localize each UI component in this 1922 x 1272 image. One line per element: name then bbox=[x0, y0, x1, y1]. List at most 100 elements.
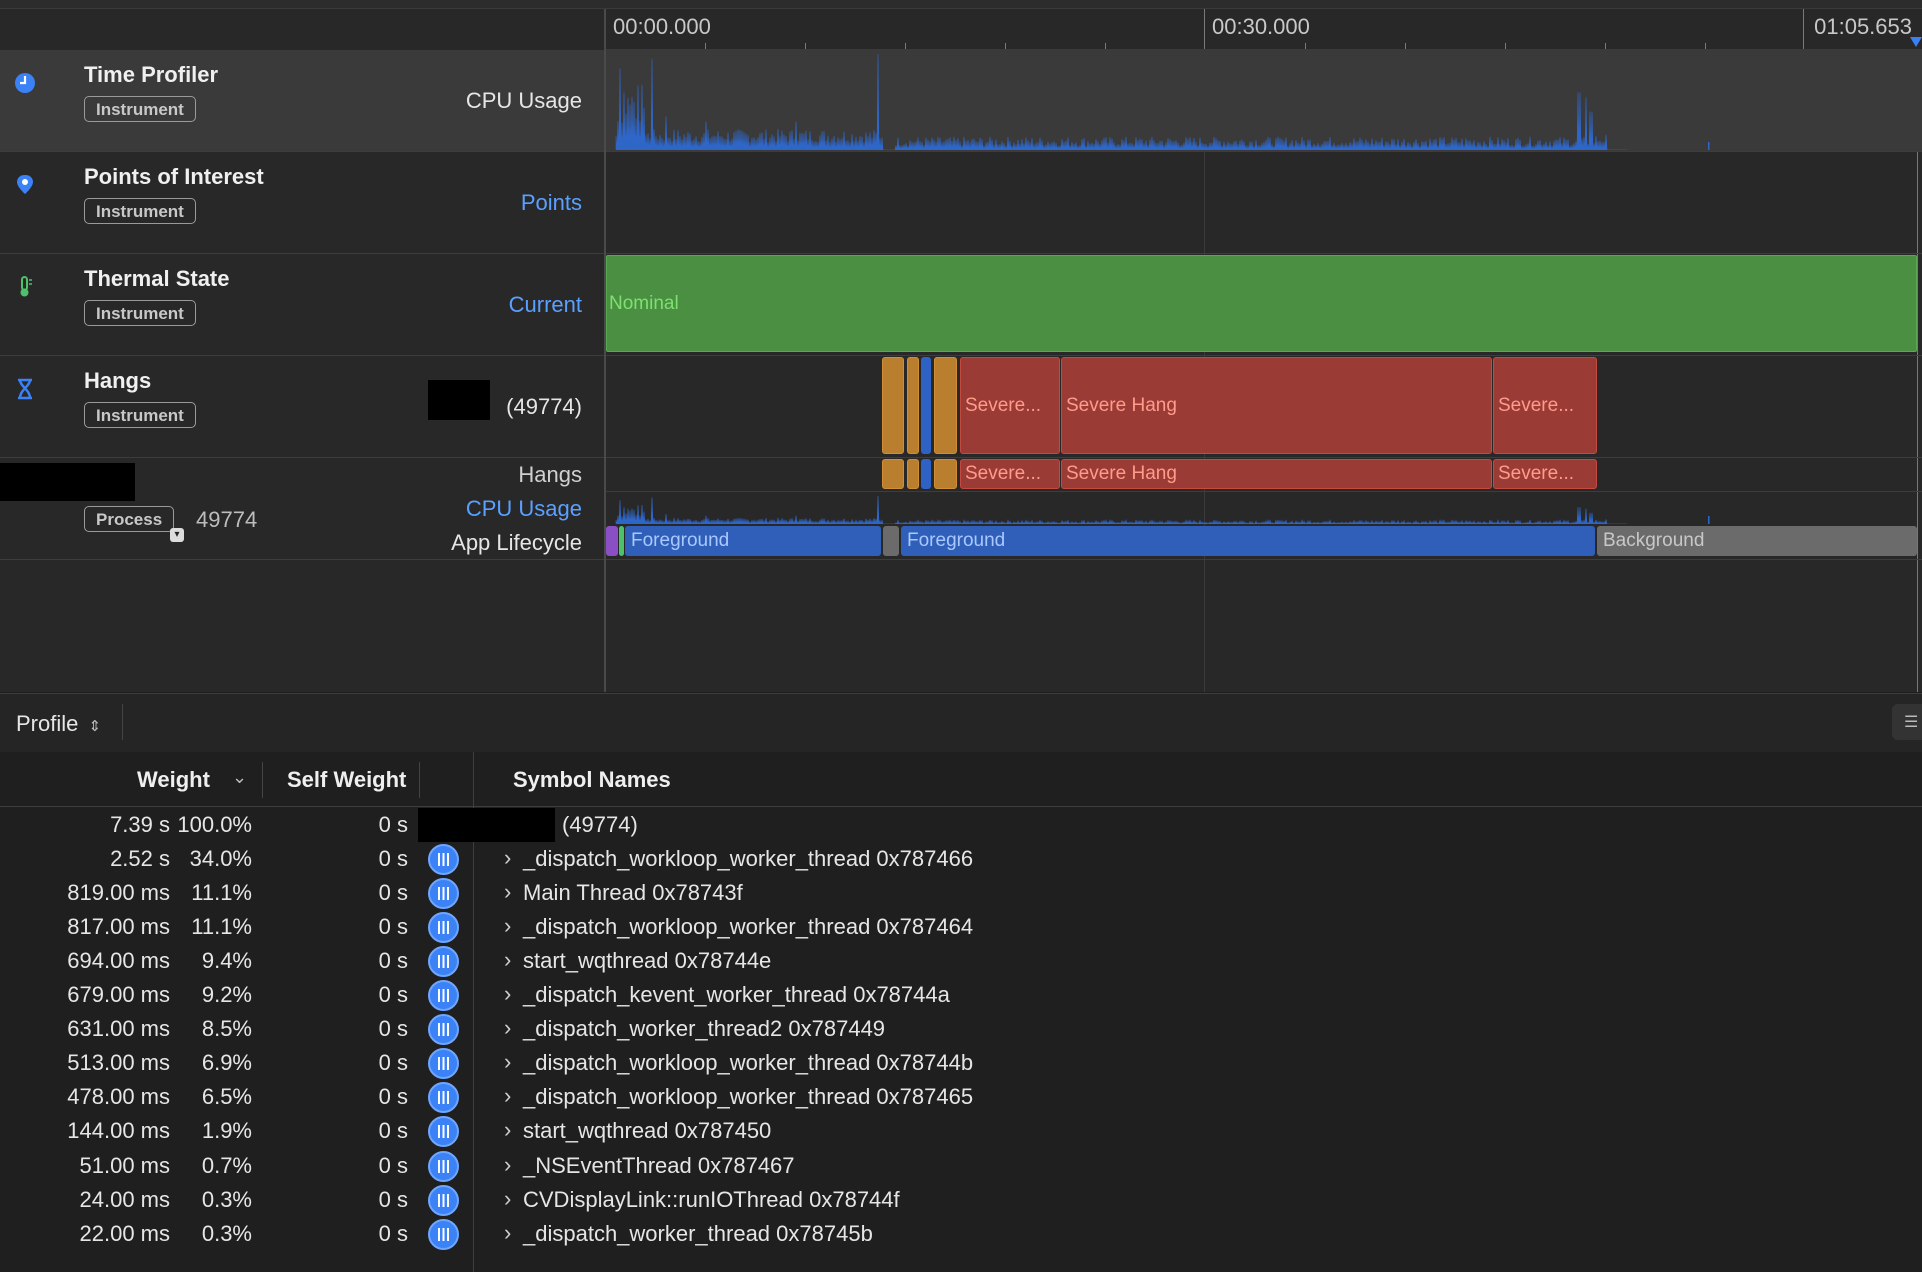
disclosure-chevron-icon[interactable]: › bbox=[504, 879, 511, 905]
mini-cpu-usage-graph[interactable] bbox=[606, 492, 1922, 524]
playhead-marker[interactable] bbox=[1910, 37, 1922, 47]
weight-value: 7.39 s bbox=[110, 812, 170, 837]
call-tree-table[interactable]: Weight ⌄ Self Weight Symbol Names 7.39 s… bbox=[0, 752, 1922, 1272]
hang-segment-blue[interactable] bbox=[921, 459, 931, 489]
disclosure-chevron-icon[interactable]: › bbox=[504, 1049, 511, 1075]
sort-descending-icon[interactable]: ⌄ bbox=[232, 767, 247, 788]
microhang-segment[interactable] bbox=[934, 357, 957, 454]
track-time-profiler[interactable]: Time Profiler Instrument CPU Usage bbox=[0, 50, 1922, 152]
process-badge[interactable]: Process bbox=[84, 506, 175, 532]
chevron-down-icon[interactable]: ▾ bbox=[170, 528, 184, 542]
thermal-lane[interactable]: Nominal bbox=[606, 254, 1922, 355]
nominal-state-bar[interactable]: Nominal bbox=[606, 255, 1917, 352]
table-row[interactable]: 24.00 ms 0.3% 0 s › CVDisplayLink::runIOThre… bbox=[0, 1183, 1922, 1217]
process-lanes[interactable]: Severe... Severe Hang Severe... Foregrou… bbox=[606, 458, 1922, 559]
lane-label-process[interactable]: (49774) bbox=[506, 394, 582, 420]
symbol-name: (49774) bbox=[562, 812, 638, 837]
track-header[interactable]: Points of Interest Instrument Points bbox=[0, 152, 604, 253]
column-separator[interactable] bbox=[419, 762, 420, 798]
table-row[interactable]: 694.00 ms 9.4% 0 s › start_wqthread 0x78744e bbox=[0, 944, 1922, 978]
severe-hang-segment[interactable]: Severe... bbox=[960, 357, 1060, 454]
app-lifecycle-lane[interactable]: Foreground Foreground Background bbox=[606, 526, 1922, 558]
severe-hang-segment[interactable]: Severe... bbox=[960, 459, 1060, 489]
disclosure-chevron-icon[interactable]: › bbox=[504, 845, 511, 871]
track-divider[interactable] bbox=[604, 9, 606, 692]
column-separator[interactable] bbox=[262, 762, 263, 798]
severe-hang-segment[interactable]: Severe... bbox=[1493, 357, 1597, 454]
disclosure-chevron-icon[interactable]: › bbox=[504, 913, 511, 939]
lifecycle-transition-segment[interactable] bbox=[883, 526, 899, 556]
ruler-start-label: 00:00.000 bbox=[613, 14, 711, 39]
ruler-end-label: 01:05.653 bbox=[1814, 14, 1912, 39]
table-row[interactable]: 819.00 ms 11.1% 0 s › Main Thread 0x78743f bbox=[0, 876, 1922, 910]
timeline-area: 00:00.000 00:30.000 01:05.653 Time Profi… bbox=[0, 0, 1922, 692]
cpu-usage-lane[interactable] bbox=[606, 50, 1922, 151]
disclosure-chevron-icon[interactable]: › bbox=[504, 1117, 511, 1143]
microhang-segment[interactable] bbox=[907, 357, 919, 454]
top-strip bbox=[0, 0, 1922, 9]
disclosure-chevron-icon[interactable]: › bbox=[504, 1220, 511, 1246]
track-header[interactable]: Hangs Instrument (49774) bbox=[0, 356, 604, 457]
table-row[interactable]: 22.00 ms 0.3% 0 s › _dispatch_worker_thread … bbox=[0, 1217, 1922, 1251]
table-row[interactable]: 478.00 ms 6.5% 0 s › _dispatch_workloop_work… bbox=[0, 1080, 1922, 1114]
disclosure-chevron-icon[interactable]: › bbox=[504, 1152, 511, 1178]
lifecycle-foreground-segment[interactable]: Foreground bbox=[901, 526, 1595, 556]
lane-label-cpu-usage[interactable]: CPU Usage bbox=[466, 496, 582, 522]
table-row[interactable]: 679.00 ms 9.2% 0 s › _dispatch_kevent_worker… bbox=[0, 978, 1922, 1012]
lane-label-app-lifecycle[interactable]: App Lifecycle bbox=[451, 530, 582, 556]
track-hangs[interactable]: Hangs Instrument (49774) Severe... Sever… bbox=[0, 356, 1922, 458]
track-points-of-interest[interactable]: Points of Interest Instrument Points bbox=[0, 152, 1922, 254]
severe-hang-segment[interactable]: Severe Hang bbox=[1061, 357, 1492, 454]
disclosure-chevron-icon[interactable]: › bbox=[504, 981, 511, 1007]
track-thermal-state[interactable]: Thermal State Instrument Current Nominal bbox=[0, 254, 1922, 356]
lane-label-points[interactable]: Points bbox=[521, 190, 582, 216]
disclosure-chevron-icon[interactable]: › bbox=[504, 1083, 511, 1109]
lane-label-cpu-usage[interactable]: CPU Usage bbox=[466, 88, 582, 114]
track-header[interactable]: Process ▾ 49774 Hangs CPU Usage App Life… bbox=[0, 458, 604, 559]
table-row[interactable]: 513.00 ms 6.9% 0 s › _dispatch_workloop_work… bbox=[0, 1046, 1922, 1080]
severe-hang-segment[interactable]: Severe Hang bbox=[1061, 459, 1492, 489]
column-header-symbol-names[interactable]: Symbol Names bbox=[513, 767, 671, 793]
table-row[interactable]: 144.00 ms 1.9% 0 s › start_wqthread 0x787450 bbox=[0, 1114, 1922, 1148]
list-options-button[interactable]: ☰ bbox=[1892, 704, 1922, 740]
column-header-self-weight[interactable]: Self Weight bbox=[287, 767, 406, 793]
profile-view-selector[interactable]: Profile ⇕ bbox=[16, 711, 101, 737]
weight-value: 2.52 s bbox=[110, 846, 170, 872]
microhang-segment[interactable] bbox=[882, 459, 904, 489]
ruler-tick bbox=[1705, 43, 1706, 49]
self-weight-value: 0 s bbox=[378, 812, 408, 837]
thread-icon bbox=[428, 1116, 459, 1148]
track-process[interactable]: Process ▾ 49774 Hangs CPU Usage App Life… bbox=[0, 458, 1922, 560]
time-ruler[interactable]: 00:00.000 00:30.000 01:05.653 bbox=[605, 9, 1922, 50]
hang-segment-blue[interactable] bbox=[921, 357, 931, 454]
lifecycle-foreground-segment[interactable]: Foreground bbox=[625, 526, 881, 556]
lane-label-hangs[interactable]: Hangs bbox=[518, 462, 582, 488]
lane-label-current[interactable]: Current bbox=[509, 292, 582, 318]
points-lane[interactable] bbox=[606, 152, 1922, 253]
microhang-segment[interactable] bbox=[934, 459, 957, 489]
weight-percent: 9.4% bbox=[201, 948, 252, 974]
disclosure-chevron-icon[interactable]: › bbox=[504, 1015, 511, 1041]
severe-hang-segment[interactable]: Severe... bbox=[1493, 459, 1597, 489]
hangs-lane[interactable]: Severe... Severe Hang Severe... bbox=[606, 356, 1922, 457]
table-row[interactable]: 631.00 ms 8.5% 0 s › _dispatch_worker_thread… bbox=[0, 1012, 1922, 1046]
self-weight-value: 0 s bbox=[378, 914, 408, 940]
table-row[interactable]: 2.52 s 34.0% 0 s › _dispatch_workloop_worker… bbox=[0, 842, 1922, 876]
weight-value: 631.00 ms bbox=[67, 1016, 170, 1042]
disclosure-chevron-icon[interactable]: › bbox=[504, 1186, 511, 1212]
table-row[interactable]: 817.00 ms 11.1% 0 s › _dispatch_workloop_wor… bbox=[0, 910, 1922, 944]
weight-value: 144.00 ms bbox=[67, 1118, 170, 1144]
lifecycle-launch-segment[interactable] bbox=[606, 526, 618, 556]
lifecycle-active-segment[interactable] bbox=[619, 526, 624, 556]
disclosure-chevron-icon[interactable]: › bbox=[504, 947, 511, 973]
microhang-segment[interactable] bbox=[907, 459, 919, 489]
track-header[interactable]: Thermal State Instrument Current bbox=[0, 254, 604, 355]
lifecycle-background-segment[interactable]: Background bbox=[1597, 526, 1917, 556]
table-row-root[interactable]: 7.39 s 100.0% 0 s (49774) bbox=[0, 808, 1922, 842]
ruler-tick bbox=[705, 43, 706, 49]
microhang-segment[interactable] bbox=[882, 357, 904, 454]
mini-hangs-lane[interactable]: Severe... Severe Hang Severe... bbox=[606, 458, 1922, 492]
table-row[interactable]: 51.00 ms 0.7% 0 s › _NSEventThread 0x787467 bbox=[0, 1149, 1922, 1183]
track-header[interactable]: Time Profiler Instrument CPU Usage bbox=[0, 50, 604, 151]
column-header-weight[interactable]: Weight bbox=[137, 767, 210, 793]
